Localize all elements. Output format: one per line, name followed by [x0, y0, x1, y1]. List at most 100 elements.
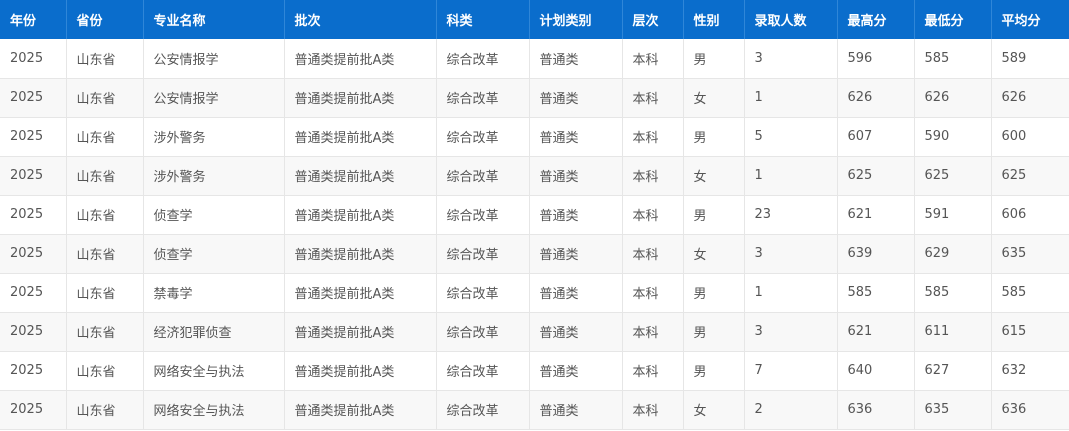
province-cell: 山东省 — [66, 312, 144, 352]
province-cell: 山东省 — [66, 78, 144, 118]
province-cell: 山东省 — [66, 117, 144, 157]
batch-cell: 普通类提前批A类 — [284, 312, 437, 352]
plan-type-cell: 普通类 — [529, 390, 623, 430]
level-cell: 本科 — [622, 195, 684, 235]
plan-type-cell: 普通类 — [529, 78, 623, 118]
level-cell: 本科 — [622, 273, 684, 313]
admission-scores-table-container: 年份 省份 专业名称 批次 科类 计划类别 层次 性别 录取人数 最高分 最低分… — [0, 0, 1069, 431]
major-cell: 侦查学 — [143, 234, 285, 274]
year-cell: 2025 — [0, 78, 67, 118]
subject-type-cell: 综合改革 — [436, 156, 530, 196]
avg-score-cell: 625 — [991, 156, 1069, 196]
col-header-admitted-count: 录取人数 — [744, 0, 838, 39]
avg-score-cell: 600 — [991, 117, 1069, 157]
subject-type-cell: 综合改革 — [436, 234, 530, 274]
max-score-cell: 596 — [837, 39, 915, 79]
year-cell: 2025 — [0, 273, 67, 313]
min-score-cell: 635 — [914, 390, 992, 430]
col-header-batch: 批次 — [284, 0, 437, 39]
major-cell: 涉外警务 — [143, 156, 285, 196]
max-score-cell: 625 — [837, 156, 915, 196]
col-header-year: 年份 — [0, 0, 67, 39]
table-row: 2025 山东省 侦查学 普通类提前批A类 综合改革 普通类 本科男 23 621 591 606 — [0, 195, 1069, 235]
level-cell: 本科 — [622, 234, 684, 274]
major-cell: 侦查学 — [143, 195, 285, 235]
plan-type-cell: 普通类 — [529, 156, 623, 196]
province-cell: 山东省 — [66, 39, 144, 79]
avg-score-cell: 635 — [991, 234, 1069, 274]
min-score-cell: 591 — [914, 195, 992, 235]
avg-score-cell: 615 — [991, 312, 1069, 352]
gender-cell: 女 — [683, 156, 745, 196]
level-cell: 本科 — [622, 39, 684, 79]
province-cell: 山东省 — [66, 273, 144, 313]
subject-type-cell: 综合改革 — [436, 117, 530, 157]
admitted-count-cell: 1 — [744, 273, 838, 313]
col-header-subject-type: 科类 — [436, 0, 530, 39]
table-body: 2025 山东省 公安情报学 普通类提前批A类 综合改革 普通类 本科男 3 596 585 589… — [0, 39, 1069, 430]
header-row: 年份 省份 专业名称 批次 科类 计划类别 层次 性别 录取人数 最高分 最低分… — [0, 0, 1069, 39]
subject-type-cell: 综合改革 — [436, 78, 530, 118]
min-score-cell: 625 — [914, 156, 992, 196]
plan-type-cell: 普通类 — [529, 312, 623, 352]
table-row: 2025 山东省 网络安全与执法 普通类提前批A类 综合改革 普通类 本科女 2 636 635 6… — [0, 390, 1069, 430]
admitted-count-cell: 3 — [744, 312, 838, 352]
max-score-cell: 640 — [837, 351, 915, 391]
level-cell: 本科 — [622, 78, 684, 118]
batch-cell: 普通类提前批A类 — [284, 234, 437, 274]
year-cell: 2025 — [0, 39, 67, 79]
col-header-avg-score: 平均分 — [991, 0, 1069, 39]
table-row: 2025 山东省 公安情报学 普通类提前批A类 综合改革 普通类 本科女 1 626 626 626 — [0, 78, 1069, 118]
major-cell: 网络安全与执法 — [143, 390, 285, 430]
major-cell: 涉外警务 — [143, 117, 285, 157]
major-cell: 公安情报学 — [143, 39, 285, 79]
col-header-major: 专业名称 — [143, 0, 285, 39]
province-cell: 山东省 — [66, 351, 144, 391]
min-score-cell: 585 — [914, 39, 992, 79]
gender-cell: 男 — [683, 273, 745, 313]
col-header-plan-type: 计划类别 — [529, 0, 623, 39]
level-cell: 本科 — [622, 117, 684, 157]
table-header: 年份 省份 专业名称 批次 科类 计划类别 层次 性别 录取人数 最高分 最低分… — [0, 0, 1069, 39]
plan-type-cell: 普通类 — [529, 39, 623, 79]
min-score-cell: 629 — [914, 234, 992, 274]
province-cell: 山东省 — [66, 390, 144, 430]
col-header-level: 层次 — [622, 0, 684, 39]
plan-type-cell: 普通类 — [529, 117, 623, 157]
year-cell: 2025 — [0, 390, 67, 430]
subject-type-cell: 综合改革 — [436, 39, 530, 79]
avg-score-cell: 626 — [991, 78, 1069, 118]
max-score-cell: 621 — [837, 312, 915, 352]
avg-score-cell: 606 — [991, 195, 1069, 235]
avg-score-cell: 636 — [991, 390, 1069, 430]
gender-cell: 男 — [683, 312, 745, 352]
max-score-cell: 621 — [837, 195, 915, 235]
year-cell: 2025 — [0, 312, 67, 352]
avg-score-cell: 589 — [991, 39, 1069, 79]
table-row: 2025 山东省 禁毒学 普通类提前批A类 综合改革 普通类 本科男 1 585 585 585 — [0, 273, 1069, 313]
subject-type-cell: 综合改革 — [436, 312, 530, 352]
avg-score-cell: 632 — [991, 351, 1069, 391]
admitted-count-cell: 1 — [744, 78, 838, 118]
table-row: 2025 山东省 公安情报学 普通类提前批A类 综合改革 普通类 本科男 3 596 585 589 — [0, 39, 1069, 79]
major-cell: 禁毒学 — [143, 273, 285, 313]
plan-type-cell: 普通类 — [529, 234, 623, 274]
batch-cell: 普通类提前批A类 — [284, 195, 437, 235]
year-cell: 2025 — [0, 117, 67, 157]
col-header-province: 省份 — [66, 0, 144, 39]
table-row: 2025 山东省 涉外警务 普通类提前批A类 综合改革 普通类 本科男 5 607 590 600 — [0, 117, 1069, 157]
min-score-cell: 611 — [914, 312, 992, 352]
year-cell: 2025 — [0, 195, 67, 235]
batch-cell: 普通类提前批A类 — [284, 39, 437, 79]
gender-cell: 女 — [683, 78, 745, 118]
admitted-count-cell: 3 — [744, 39, 838, 79]
min-score-cell: 626 — [914, 78, 992, 118]
batch-cell: 普通类提前批A类 — [284, 156, 437, 196]
province-cell: 山东省 — [66, 195, 144, 235]
table-row: 2025 山东省 经济犯罪侦查 普通类提前批A类 综合改革 普通类 本科男 3 621 611 61… — [0, 312, 1069, 352]
batch-cell: 普通类提前批A类 — [284, 351, 437, 391]
subject-type-cell: 综合改革 — [436, 195, 530, 235]
admitted-count-cell: 23 — [744, 195, 838, 235]
gender-cell: 男 — [683, 39, 745, 79]
gender-cell: 女 — [683, 390, 745, 430]
